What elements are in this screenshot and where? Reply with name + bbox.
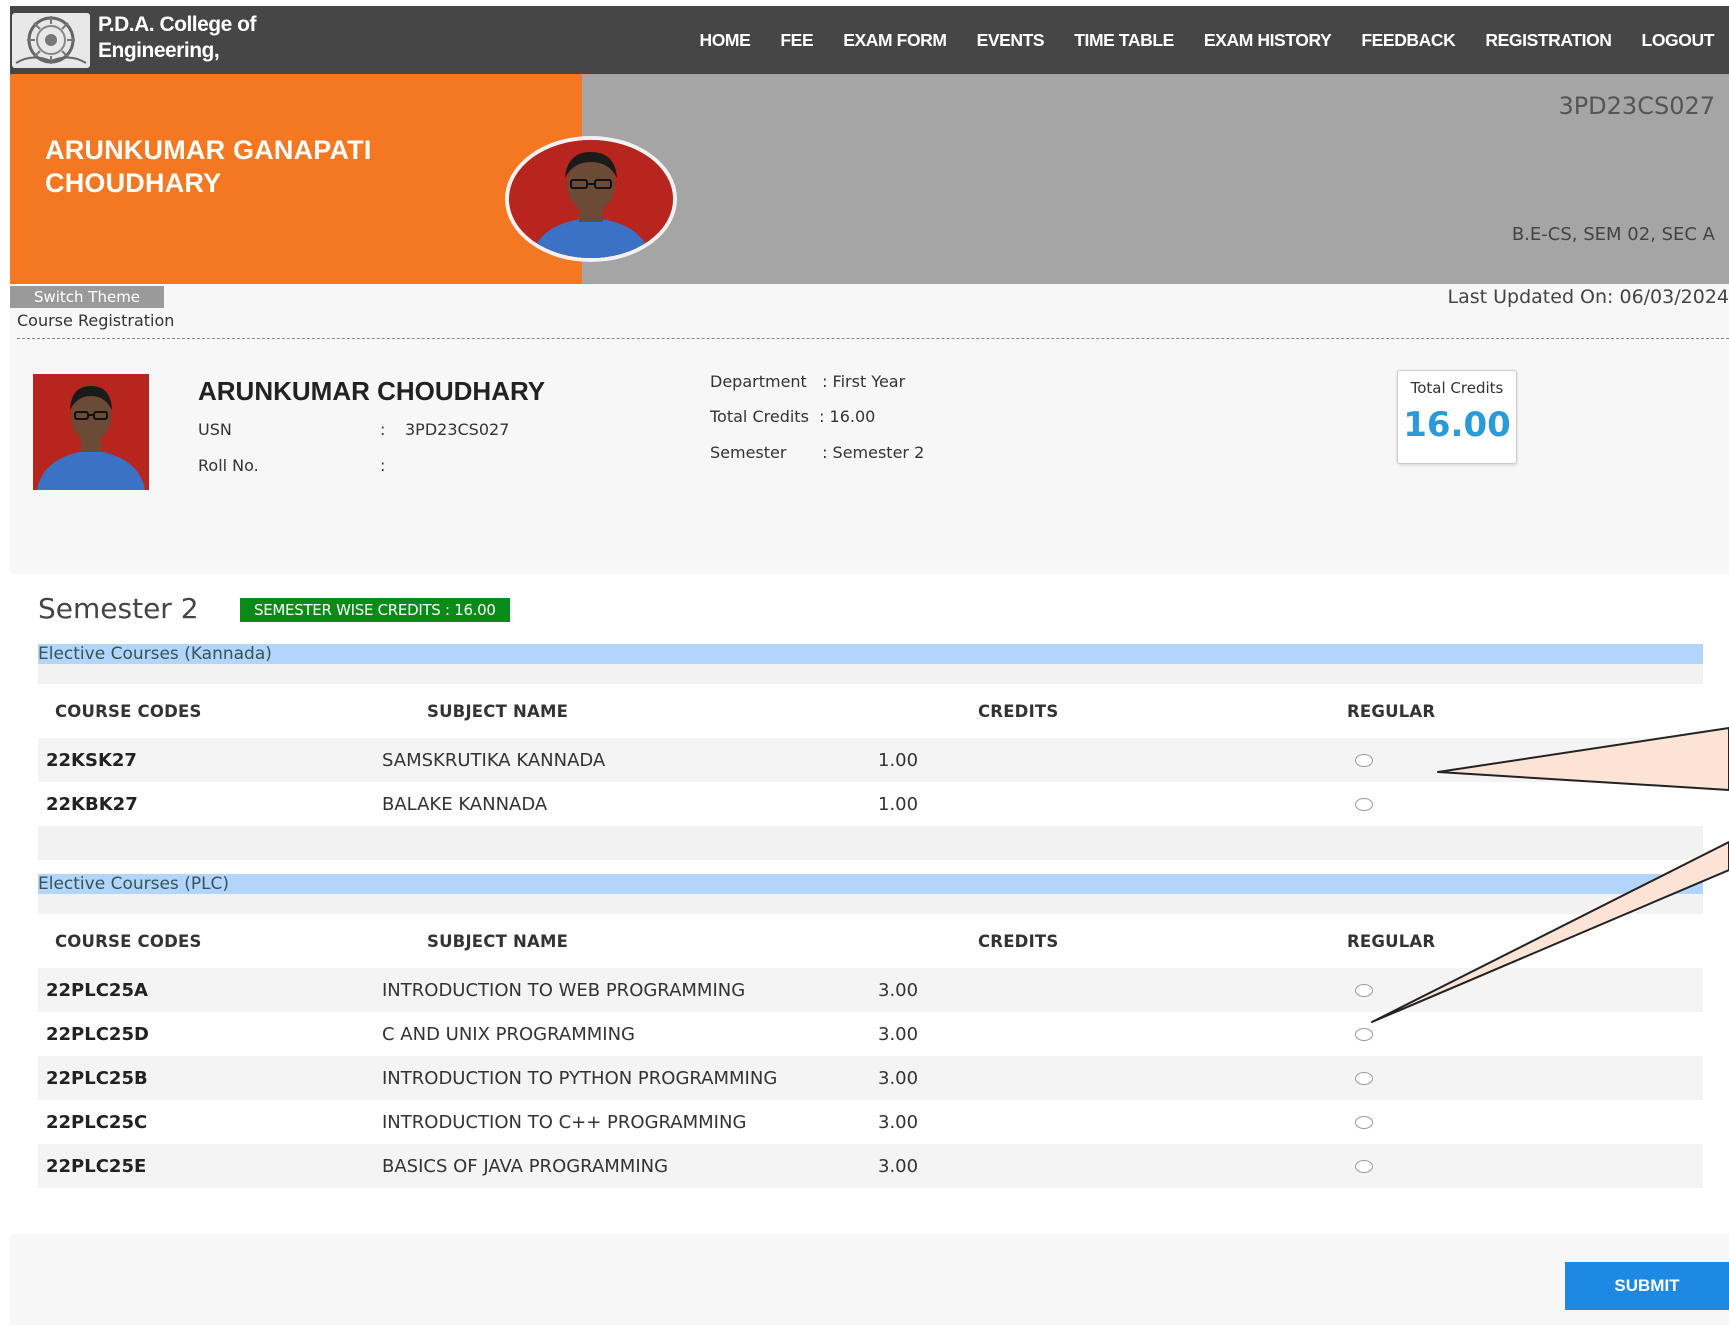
nav-events[interactable]: EVENTS bbox=[977, 30, 1045, 51]
course-credits: 3.00 bbox=[878, 980, 919, 1001]
table-row: 22PLC25E BASICS OF JAVA PROGRAMMING 3.00 bbox=[38, 1144, 1703, 1188]
total-credits-value: 16.00 bbox=[1403, 405, 1511, 445]
semester-credits-badge: SEMESTER WISE CREDITS : 16.00 bbox=[240, 598, 510, 622]
profile-name: ARUNKUMAR CHOUDHARY bbox=[198, 376, 546, 406]
course-code: 22PLC25C bbox=[46, 1112, 148, 1133]
header-subject-name: SUBJECT NAME bbox=[427, 702, 569, 721]
semester-info: Semester : Semester 2 bbox=[710, 443, 925, 462]
header-course-codes: COURSE CODES bbox=[55, 702, 202, 721]
nav-fee[interactable]: FEE bbox=[780, 30, 813, 51]
top-navbar: P.D.A. College of Engineering, HOME FEE … bbox=[10, 6, 1729, 74]
header-subject-name: SUBJECT NAME bbox=[427, 932, 569, 951]
total-credits-card: Total Credits 16.00 bbox=[1397, 370, 1517, 464]
hero-info-panel: 3PD23CS027 B.E-CS, SEM 02, SEC A bbox=[582, 74, 1729, 284]
main-nav: HOME FEE EXAM FORM EVENTS TIME TABLE EXA… bbox=[699, 6, 1729, 74]
usn-label: USN bbox=[198, 420, 232, 439]
dashed-divider bbox=[17, 338, 1729, 339]
course-code: 22PLC25D bbox=[46, 1024, 149, 1045]
usn-value: 3PD23CS027 bbox=[405, 420, 510, 439]
table-row: 22KBK27 BALAKE KANNADA 1.00 bbox=[38, 782, 1703, 826]
nav-feedback[interactable]: FEEDBACK bbox=[1361, 30, 1455, 51]
section-spacer bbox=[38, 664, 1703, 684]
course-credits: 3.00 bbox=[878, 1024, 919, 1045]
section-header-plc: Elective Courses (PLC) bbox=[38, 874, 1703, 894]
hero-semester-info: B.E-CS, SEM 02, SEC A bbox=[1511, 224, 1715, 245]
hero-name-line2: CHOUDHARY bbox=[45, 168, 222, 198]
regular-radio[interactable] bbox=[1355, 754, 1373, 767]
total-credits-label: Total Credits bbox=[1410, 379, 1504, 397]
nav-logout[interactable]: LOGOUT bbox=[1642, 30, 1715, 51]
regular-radio[interactable] bbox=[1355, 798, 1373, 811]
regular-radio[interactable] bbox=[1355, 1116, 1373, 1129]
profile-avatar bbox=[33, 374, 149, 490]
hero-usn: 3PD23CS027 bbox=[1558, 92, 1715, 120]
section-spacer bbox=[38, 894, 1703, 914]
course-credits: 1.00 bbox=[878, 750, 919, 771]
regular-radio[interactable] bbox=[1355, 1028, 1373, 1041]
regular-radio[interactable] bbox=[1355, 1072, 1373, 1085]
course-credits: 3.00 bbox=[878, 1112, 919, 1133]
course-credits: 3.00 bbox=[878, 1068, 919, 1089]
nav-registration[interactable]: REGISTRATION bbox=[1485, 30, 1612, 51]
subject-name: INTRODUCTION TO C++ PROGRAMMING bbox=[382, 1112, 747, 1133]
section-spacer bbox=[38, 826, 1703, 860]
usn-separator: : bbox=[380, 420, 386, 439]
college-logo-icon bbox=[12, 13, 90, 68]
header-regular: REGULAR bbox=[1347, 932, 1436, 951]
hero-name-line1: ARUNKUMAR GANAPATI bbox=[45, 135, 372, 165]
course-code: 22PLC25B bbox=[46, 1068, 148, 1089]
nav-exam-history[interactable]: EXAM HISTORY bbox=[1204, 30, 1332, 51]
regular-radio[interactable] bbox=[1355, 984, 1373, 997]
subject-name: BALAKE KANNADA bbox=[382, 794, 548, 815]
header-credits: CREDITS bbox=[978, 702, 1059, 721]
table-row: 22KSK27 SAMSKRUTIKA KANNADA 1.00 bbox=[38, 738, 1703, 782]
subject-name: BASICS OF JAVA PROGRAMMING bbox=[382, 1156, 669, 1177]
last-updated: Last Updated On: 06/03/2024 bbox=[1447, 286, 1729, 308]
course-code: 22KSK27 bbox=[46, 750, 137, 771]
hero-avatar bbox=[505, 136, 677, 262]
course-credits: 3.00 bbox=[878, 1156, 919, 1177]
course-registration-card: Semester 2 SEMESTER WISE CREDITS : 16.00… bbox=[10, 574, 1729, 1234]
section-header-kannada: Elective Courses (Kannada) bbox=[38, 644, 1703, 664]
subject-name: C AND UNIX PROGRAMMING bbox=[382, 1024, 636, 1045]
table-row: 22PLC25C INTRODUCTION TO C++ PROGRAMMING… bbox=[38, 1100, 1703, 1144]
table-row: 22PLC25D C AND UNIX PROGRAMMING 3.00 bbox=[38, 1012, 1703, 1056]
department-info: Department : First Year bbox=[710, 372, 906, 391]
regular-radio[interactable] bbox=[1355, 1160, 1373, 1173]
subject-name: INTRODUCTION TO PYTHON PROGRAMMING bbox=[382, 1068, 778, 1089]
nav-exam-form[interactable]: EXAM FORM bbox=[843, 30, 947, 51]
course-code: 22PLC25A bbox=[46, 980, 148, 1001]
hero-student-name: ARUNKUMAR GANAPATI CHOUDHARY bbox=[45, 134, 372, 200]
college-name[interactable]: P.D.A. College of Engineering, bbox=[98, 12, 256, 64]
roll-separator: : bbox=[380, 456, 386, 475]
app-frame: P.D.A. College of Engineering, HOME FEE … bbox=[10, 6, 1729, 1325]
nav-time-table[interactable]: TIME TABLE bbox=[1074, 30, 1174, 51]
subject-name: INTRODUCTION TO WEB PROGRAMMING bbox=[382, 980, 746, 1001]
hero-name-panel: ARUNKUMAR GANAPATI CHOUDHARY bbox=[10, 74, 582, 284]
table-row: 22PLC25B INTRODUCTION TO PYTHON PROGRAMM… bbox=[38, 1056, 1703, 1100]
submit-button[interactable]: SUBMIT bbox=[1565, 1262, 1729, 1310]
header-credits: CREDITS bbox=[978, 932, 1059, 951]
header-regular: REGULAR bbox=[1347, 702, 1436, 721]
table-row: 22PLC25A INTRODUCTION TO WEB PROGRAMMING… bbox=[38, 968, 1703, 1012]
college-name-line1: P.D.A. College of bbox=[98, 13, 256, 36]
header-course-codes: COURSE CODES bbox=[55, 932, 202, 951]
total-credits-info: Total Credits : 16.00 bbox=[710, 407, 876, 426]
college-name-line2: Engineering, bbox=[98, 39, 220, 62]
subject-name: SAMSKRUTIKA KANNADA bbox=[382, 750, 606, 771]
course-code: 22KBK27 bbox=[46, 794, 138, 815]
course-credits: 1.00 bbox=[878, 794, 919, 815]
nav-home[interactable]: HOME bbox=[699, 30, 750, 51]
semester-title: Semester 2 bbox=[38, 592, 199, 625]
course-code: 22PLC25E bbox=[46, 1156, 147, 1177]
switch-theme-button[interactable]: Switch Theme bbox=[10, 286, 164, 308]
breadcrumb: Course Registration bbox=[17, 311, 175, 330]
roll-label: Roll No. bbox=[198, 456, 259, 475]
